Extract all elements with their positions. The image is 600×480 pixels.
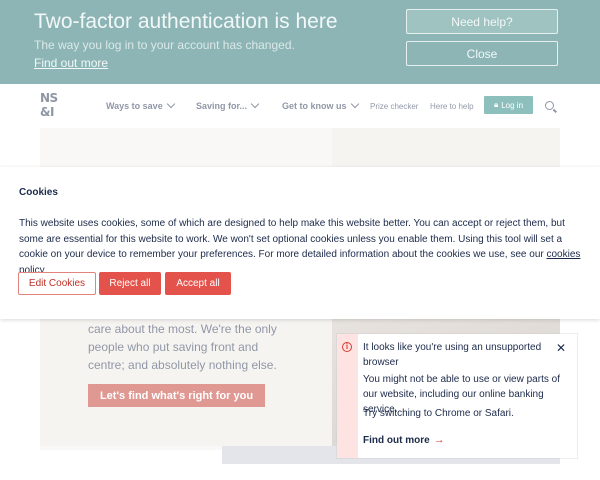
cookie-title: Cookies (19, 187, 58, 198)
toast-tip: Try switching to Chrome or Safari. (363, 408, 514, 419)
cookie-body-text: This website uses cookies, some of which… (19, 218, 565, 260)
toast-link-label: Find out more (363, 434, 430, 446)
toast-title: It looks like you're using an unsupporte… (363, 342, 542, 368)
accept-all-button[interactable]: Accept all (165, 272, 231, 295)
cookie-body: This website uses cookies, some of which… (19, 216, 587, 278)
edit-cookies-button[interactable]: Edit Cookies (18, 272, 96, 295)
toast-find-out-more-link[interactable]: Find out more → (363, 434, 445, 446)
info-icon: i (342, 342, 352, 352)
close-icon[interactable]: ✕ (556, 341, 566, 355)
unsupported-browser-toast: i It looks like you're using an unsuppor… (337, 334, 577, 458)
toast-stripe: i (337, 334, 358, 458)
arrow-right-icon: → (433, 434, 445, 446)
cookie-dialog: Cookies This website uses cookies, some … (0, 167, 600, 319)
reject-all-button[interactable]: Reject all (99, 272, 161, 295)
